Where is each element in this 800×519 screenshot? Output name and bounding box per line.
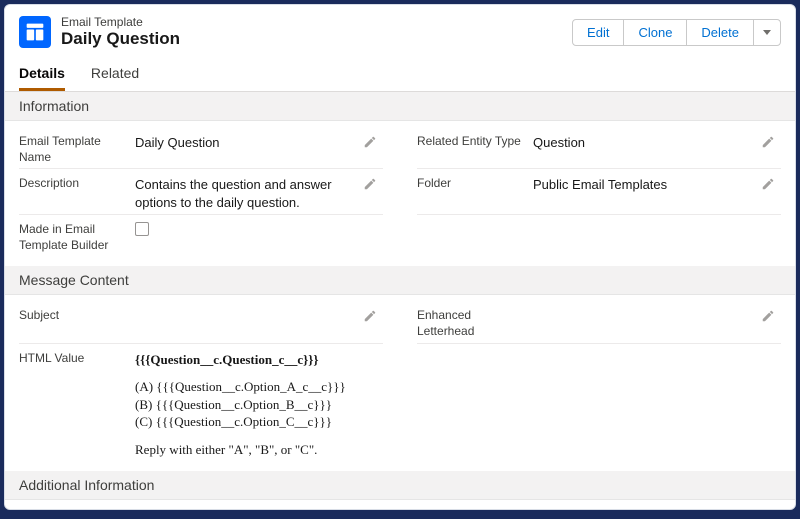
pencil-icon[interactable] xyxy=(759,133,777,151)
details-content: Information Email Template Name Daily Qu… xyxy=(5,92,795,509)
section-additional-info-title: Additional Information xyxy=(5,471,795,500)
record-type-label: Email Template xyxy=(61,15,562,29)
pencil-icon[interactable] xyxy=(759,307,777,325)
field-created-by: Created By Bradley Condon, 12/6/2024, 2:… xyxy=(19,506,383,509)
field-name: Email Template Name Daily Question xyxy=(19,127,383,169)
field-related-entity-value: Question xyxy=(533,133,753,152)
field-last-modified-by: Last Modified By Bradley Condon, 12/13/2… xyxy=(417,506,781,509)
section-information: Email Template Name Daily Question Relat… xyxy=(5,121,795,266)
field-folder-value: Public Email Templates xyxy=(533,175,753,194)
section-message-content-title: Message Content xyxy=(5,266,795,295)
html-option-b: (B) {{{Question__c.Option_B__c}}} xyxy=(135,396,781,414)
field-description-value: Contains the question and answer options… xyxy=(135,175,355,211)
html-reply-instruction: Reply with either "A", "B", or "C". xyxy=(135,441,781,459)
html-option-c: (C) {{{Question__c.Option_C__c}}} xyxy=(135,413,781,431)
field-html-value: HTML Value {{{Question__c.Question_c__c}… xyxy=(19,344,781,462)
edit-button[interactable]: Edit xyxy=(572,19,624,46)
more-actions-button[interactable] xyxy=(753,19,781,46)
field-enhanced-letterhead-label: Enhanced Letterhead xyxy=(417,307,527,339)
field-description: Description Contains the question and an… xyxy=(19,169,383,215)
html-option-a: (A) {{{Question__c.Option_A_c__c}}} xyxy=(135,378,781,396)
clone-button[interactable]: Clone xyxy=(623,19,687,46)
tab-details[interactable]: Details xyxy=(19,57,65,91)
record-name: Daily Question xyxy=(61,29,562,49)
html-question-token: {{{Question__c.Question_c__c}}} xyxy=(135,351,781,369)
field-enhanced-letterhead: Enhanced Letterhead xyxy=(417,301,781,343)
section-information-title: Information xyxy=(5,92,795,121)
field-enhanced-letterhead-value xyxy=(533,307,753,308)
checkbox-unchecked-icon xyxy=(135,222,149,236)
field-related-entity-label: Related Entity Type xyxy=(417,133,527,150)
field-made-in-builder-label: Made in Email Template Builder xyxy=(19,221,129,253)
field-folder-label: Folder xyxy=(417,175,527,192)
field-html-value-content: {{{Question__c.Question_c__c}}} (A) {{{Q… xyxy=(135,350,781,459)
record-card: Email Template Daily Question Edit Clone… xyxy=(4,4,796,510)
pencil-icon[interactable] xyxy=(361,175,379,193)
field-folder: Folder Public Email Templates xyxy=(417,169,781,215)
pencil-icon[interactable] xyxy=(759,175,777,193)
field-subject: Subject xyxy=(19,301,383,343)
pencil-icon[interactable] xyxy=(361,133,379,151)
field-description-label: Description xyxy=(19,175,129,192)
email-template-icon xyxy=(19,16,51,48)
field-related-entity: Related Entity Type Question xyxy=(417,127,781,169)
field-name-value: Daily Question xyxy=(135,133,355,152)
html-options-block: (A) {{{Question__c.Option_A_c__c}}} (B) … xyxy=(135,378,781,431)
section-additional-info: Created By Bradley Condon, 12/6/2024, 2:… xyxy=(5,500,795,509)
section-message-content: Subject Enhanced Letterhead HTML Value {… xyxy=(5,295,795,471)
delete-button[interactable]: Delete xyxy=(686,19,754,46)
field-name-label: Email Template Name xyxy=(19,133,129,165)
chevron-down-icon xyxy=(763,30,771,35)
header-actions: Edit Clone Delete xyxy=(572,19,781,46)
field-subject-value xyxy=(135,307,355,308)
field-html-value-label: HTML Value xyxy=(19,350,129,367)
record-titles: Email Template Daily Question xyxy=(61,15,562,49)
pencil-icon[interactable] xyxy=(361,307,379,325)
tab-related[interactable]: Related xyxy=(91,57,139,91)
field-subject-label: Subject xyxy=(19,307,129,324)
record-header: Email Template Daily Question Edit Clone… xyxy=(5,5,795,57)
tabs: Details Related xyxy=(5,57,795,92)
field-made-in-builder-value xyxy=(135,221,355,241)
field-made-in-builder: Made in Email Template Builder xyxy=(19,215,383,256)
